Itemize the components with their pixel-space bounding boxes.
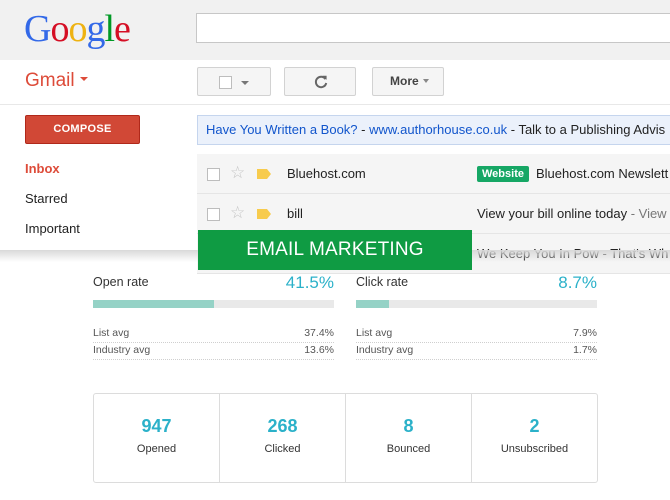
rate-label: Open rate	[93, 275, 149, 289]
progress-track	[356, 300, 597, 308]
chevron-down-icon	[241, 81, 249, 85]
list-avg-row: List avg 7.9%	[356, 326, 597, 343]
more-button[interactable]: More	[372, 67, 444, 96]
logo-letter: e	[114, 8, 131, 50]
stat-bounced: 8 Bounced	[346, 394, 472, 482]
label-tag-icon[interactable]	[257, 169, 271, 179]
label-tag-icon[interactable]	[257, 209, 271, 219]
stat-value: 947	[141, 416, 172, 436]
stat-label: Opened	[136, 443, 177, 455]
ad-url-link[interactable]: www.authorhouse.co.uk	[369, 122, 507, 137]
chevron-down-icon	[422, 78, 429, 83]
email-marketing-banner: EMAIL MARKETING	[198, 230, 472, 270]
sidebar: COMPOSE Inbox Starred Important	[0, 105, 197, 250]
email-label-badge[interactable]: Website	[477, 166, 529, 182]
list-avg-label: List avg	[356, 327, 393, 339]
logo-letter: l	[104, 8, 115, 50]
stat-label: Clicked	[264, 443, 301, 455]
list-avg-value: 37.4%	[304, 327, 334, 339]
email-subject: Bluehost.com Newslett	[536, 166, 669, 181]
refresh-button[interactable]	[284, 67, 356, 96]
rate-value: 41.5%	[285, 273, 334, 292]
sidebar-item-starred[interactable]: Starred	[25, 191, 68, 207]
stat-value: 2	[529, 416, 540, 436]
google-logo[interactable]: Google	[24, 8, 131, 50]
checkbox-icon[interactable]	[207, 168, 220, 181]
industry-avg-label: Industry avg	[93, 344, 151, 356]
industry-avg-row: Industry avg 1.7%	[356, 343, 597, 360]
stat-value: 8	[403, 416, 414, 436]
rate-value: 8.7%	[558, 273, 597, 292]
toolbar: Gmail More	[0, 60, 670, 105]
list-avg-label: List avg	[93, 327, 130, 339]
top-bar: Google	[0, 0, 670, 60]
ad-row[interactable]: Have You Written a Book? - www.authorhou…	[197, 115, 670, 145]
email-sender: Bluehost.com	[287, 166, 366, 181]
email-subject-text: View your bill online today	[477, 206, 628, 221]
logo-letter: G	[24, 8, 51, 50]
gmail-menu-label: Gmail	[25, 70, 75, 91]
email-snippet: - View	[627, 206, 667, 221]
star-icon[interactable]: ☆	[230, 204, 245, 222]
stat-unsubscribed: 2 Unsubscribed	[472, 394, 597, 482]
sidebar-item-important[interactable]: Important	[25, 221, 80, 237]
stat-opened: 947 Opened	[94, 394, 220, 482]
checkbox-icon[interactable]	[207, 208, 220, 221]
list-avg-row: List avg 37.4%	[93, 326, 334, 343]
rate-label: Click rate	[356, 275, 409, 289]
sidebar-item-inbox[interactable]: Inbox	[25, 161, 60, 177]
logo-letter: o	[68, 8, 87, 50]
gmail-menu[interactable]: Gmail	[25, 70, 88, 92]
industry-avg-value: 1.7%	[573, 344, 597, 356]
stat-label: Unsubscribed	[500, 443, 569, 455]
select-all-button[interactable]	[197, 67, 271, 96]
industry-avg-value: 13.6%	[304, 344, 334, 356]
stat-clicked: 268 Clicked	[220, 394, 346, 482]
chevron-down-icon	[79, 77, 88, 82]
refresh-icon	[314, 75, 328, 89]
mail-list: Have You Written a Book? - www.authorhou…	[197, 105, 670, 274]
list-avg-value: 7.9%	[573, 327, 597, 339]
logo-letter: o	[50, 8, 69, 50]
stat-label: Bounced	[386, 443, 431, 455]
compose-button[interactable]: COMPOSE	[25, 115, 140, 144]
progress-fill	[93, 300, 214, 308]
progress-track	[93, 300, 334, 308]
industry-avg-row: Industry avg 13.6%	[93, 343, 334, 360]
more-label: More	[390, 74, 419, 88]
email-subject: View your bill online today - View	[477, 206, 667, 221]
stats-summary: 947 Opened 268 Clicked 8 Bounced 2 Unsub…	[93, 393, 598, 483]
star-icon[interactable]: ☆	[230, 164, 245, 182]
checkbox-icon	[219, 76, 232, 89]
industry-avg-label: Industry avg	[356, 344, 414, 356]
email-row[interactable]: ☆ bill View your bill online today - Vie…	[197, 194, 670, 234]
progress-fill	[356, 300, 389, 308]
logo-letter: g	[86, 8, 105, 50]
search-input[interactable]	[196, 13, 670, 43]
ad-separator: -	[357, 122, 370, 137]
email-sender: bill	[287, 206, 303, 221]
email-row[interactable]: ☆ Bluehost.com Website Bluehost.com News…	[197, 154, 670, 194]
ad-text: - Talk to a Publishing Advis	[507, 122, 666, 137]
stat-value: 268	[267, 416, 298, 436]
ad-title-link[interactable]: Have You Written a Book?	[206, 122, 358, 137]
